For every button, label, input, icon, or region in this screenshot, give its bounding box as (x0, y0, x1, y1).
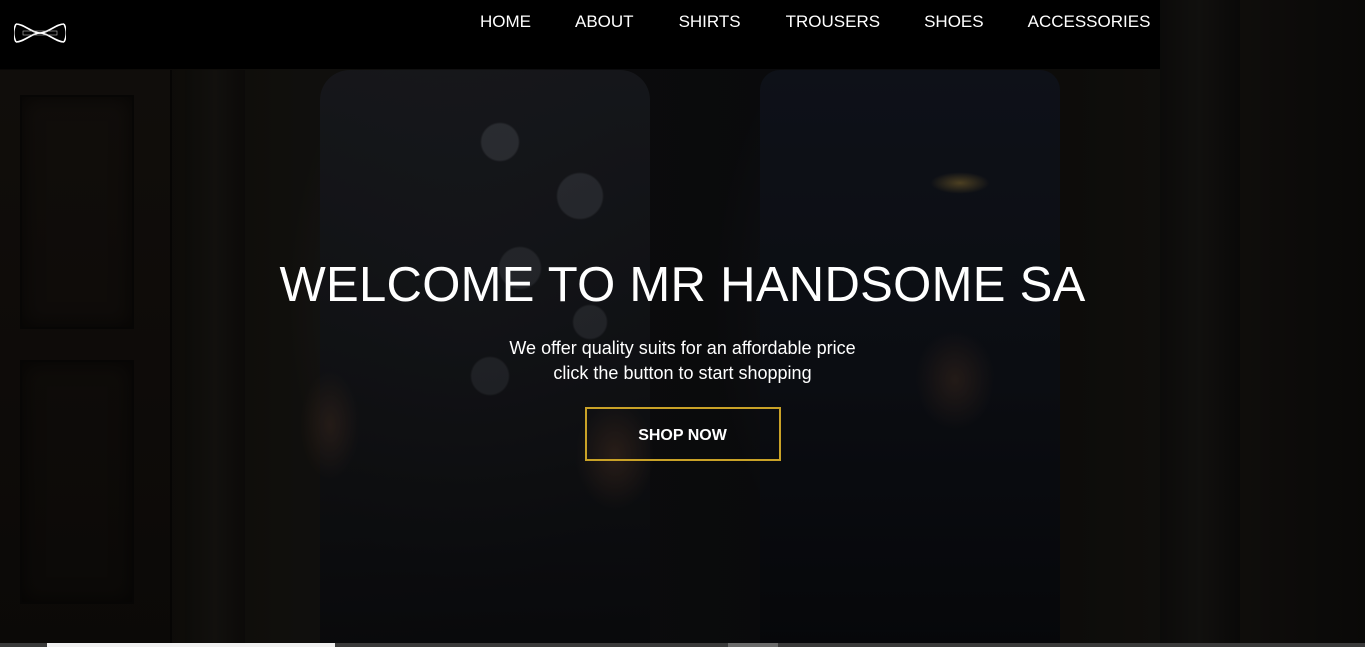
nav-item-accessories: ACCESSORIES (1028, 12, 1151, 32)
hero-subtitle-line2: click the button to start shopping (553, 363, 812, 383)
hero-title: WELCOME TO MR HANDSOME SA (279, 258, 1086, 312)
nav-item-trousers: TROUSERS (786, 12, 880, 32)
nav-item-home: HOME (480, 12, 531, 32)
bowtie-icon (12, 23, 68, 43)
hero-subtitle-line1: We offer quality suits for an affordable… (509, 338, 856, 358)
landing-page: HOME ABOUT SHIRTS TROUSERS SHOES ACCESSO… (0, 0, 1365, 647)
nav-link-accessories[interactable]: ACCESSORIES (1028, 12, 1151, 32)
nav-link-about[interactable]: ABOUT (575, 12, 634, 32)
hero-subtitle: We offer quality suits for an affordable… (0, 336, 1365, 386)
nav-link-shoes[interactable]: SHOES (924, 12, 984, 32)
horizontal-scrollbar-thumb[interactable] (47, 643, 335, 647)
site-logo[interactable] (12, 20, 68, 46)
nav-link-shirts[interactable]: SHIRTS (679, 12, 741, 32)
scrollbar-marker (728, 643, 778, 647)
navbar: HOME ABOUT SHIRTS TROUSERS SHOES ACCESSO… (0, 0, 1160, 69)
nav-item-shirts: SHIRTS (679, 12, 741, 32)
nav-menu: HOME ABOUT SHIRTS TROUSERS SHOES ACCESSO… (480, 12, 1150, 32)
nav-link-home[interactable]: HOME (480, 12, 531, 32)
nav-item-shoes: SHOES (924, 12, 984, 32)
nav-link-trousers[interactable]: TROUSERS (786, 12, 880, 32)
nav-item-about: ABOUT (575, 12, 634, 32)
hero-section: WELCOME TO MR HANDSOME SA We offer quali… (0, 255, 1365, 461)
shop-now-button[interactable]: SHOP NOW (584, 407, 781, 461)
